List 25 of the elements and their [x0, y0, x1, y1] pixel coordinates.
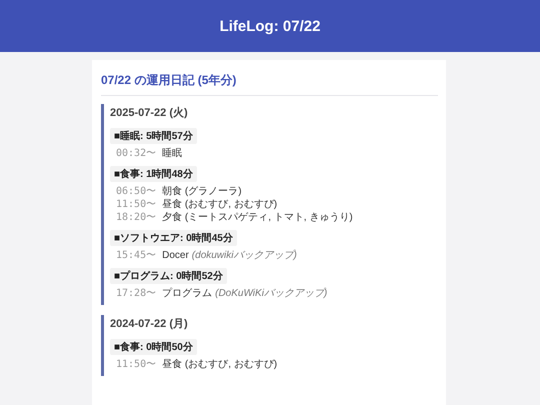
- entry-time: 00:32〜: [116, 147, 156, 160]
- entry-note: (DoKuWiKiバックアップ): [215, 286, 328, 300]
- entry-text: プログラム: [162, 286, 212, 300]
- entry-text: 夕食 (ミートスパゲティ, トマト, きゅうり): [162, 211, 353, 224]
- category-label: ■プログラム: 0時間52分: [110, 268, 227, 284]
- category-label: ■食事: 1時間48分: [110, 166, 197, 182]
- entry-time: 06:50〜: [116, 185, 156, 198]
- entry-time: 11:50〜: [116, 358, 156, 371]
- date-heading: 2024-07-22 (月): [110, 317, 189, 331]
- category-label: ■睡眠: 5時間57分: [110, 128, 197, 144]
- entry-note: (dokuwikiバックアップ): [192, 248, 297, 262]
- entry-text: 昼食 (おむすび, おむすび): [162, 358, 278, 371]
- category-label: ■ソフトウエア: 0時間45分: [110, 230, 237, 246]
- entry-text: 昼食 (おむすび, おむすび): [162, 198, 278, 211]
- category-label: ■食事: 0時間50分: [110, 339, 197, 355]
- entry-time: 18:20〜: [116, 211, 156, 224]
- entry-time: 17:28〜: [116, 287, 156, 300]
- entry-text: Docer: [162, 250, 189, 261]
- entry-time: 15:45〜: [116, 249, 156, 262]
- page-title: 07/22 の運用日記 (5年分): [101, 72, 438, 96]
- app-title: LifeLog: 07/22: [220, 18, 320, 34]
- entry-text: 朝食 (グラノーラ): [162, 184, 242, 198]
- entry-time: 11:50〜: [116, 198, 156, 211]
- date-heading: 2025-07-22 (火): [110, 106, 189, 120]
- entry-text: 睡眠: [162, 146, 182, 160]
